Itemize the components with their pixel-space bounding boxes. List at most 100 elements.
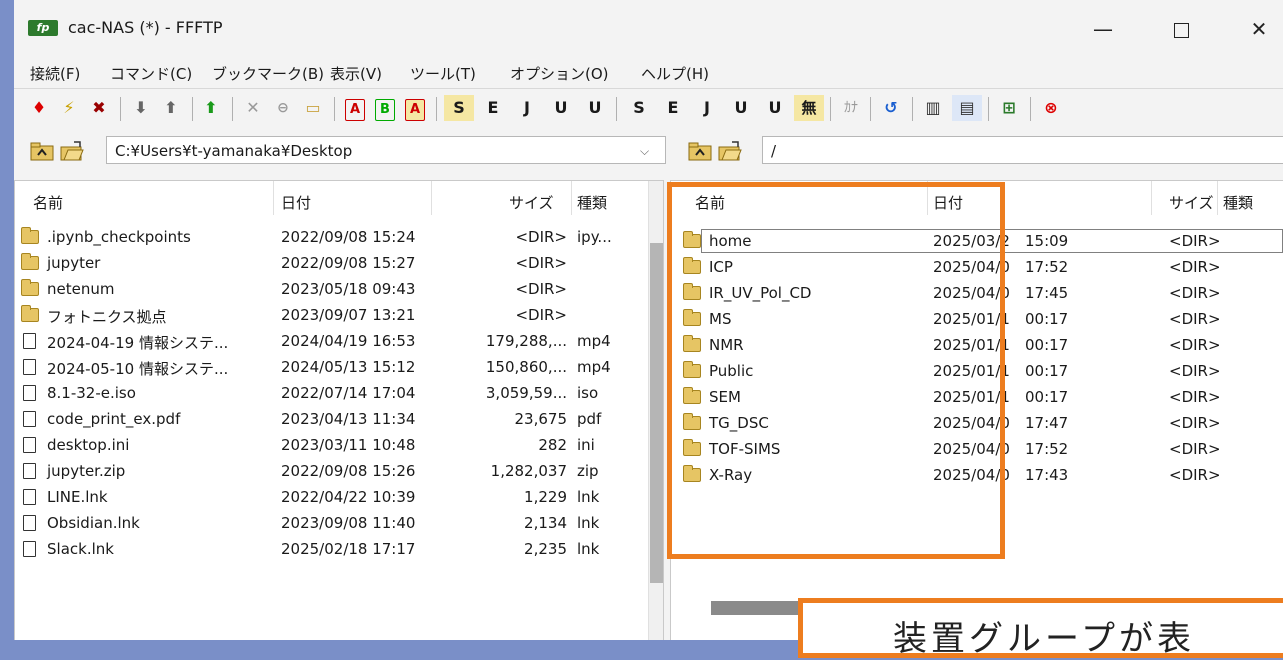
menu-help[interactable]: ヘルプ(H) <box>641 63 709 84</box>
sync-folder-icon[interactable]: ⊞ <box>994 95 1024 121</box>
col-date-header[interactable]: 日付 <box>281 192 311 213</box>
file-date: 2023/03/11 10:48 <box>281 436 416 454</box>
local-vertical-scrollbar[interactable] <box>648 181 663 640</box>
local-utf8-button[interactable]: U <box>726 95 756 121</box>
table-row[interactable]: .ipynb_checkpoints 2022/09/08 15:24 <DIR> i… <box>15 225 663 251</box>
maximize-button[interactable] <box>1158 12 1204 46</box>
file-name: jupyter.zip <box>47 462 126 480</box>
file-icon <box>23 333 36 349</box>
local-sjis-button[interactable]: S <box>624 95 654 121</box>
detail-view-icon[interactable]: ▤ <box>952 95 982 121</box>
list-view-icon[interactable]: ▥ <box>918 95 948 121</box>
local-euc-button[interactable]: E <box>658 95 688 121</box>
close-button[interactable]: ✕ <box>1236 12 1282 46</box>
toolbar-separator <box>870 97 871 121</box>
disconnect-icon[interactable]: ✖ <box>86 95 112 121</box>
folder-size: <DIR> <box>1169 440 1221 458</box>
table-row[interactable]: desktop.ini 2023/03/11 10:48 282 ini <box>15 433 663 459</box>
folder-open-icon[interactable] <box>60 141 84 161</box>
table-row[interactable]: jupyter.zip 2022/09/08 15:26 1,282,037 zip <box>15 459 663 485</box>
table-row[interactable]: Slack.lnk 2025/02/18 17:17 2,235 lnk <box>15 537 663 563</box>
table-row[interactable]: 2024-04-19 情報システ... 2024/04/19 16:53 179,2… <box>15 329 663 355</box>
host-jis-button[interactable]: J <box>512 95 542 121</box>
file-size: <DIR> <box>515 228 567 246</box>
menu-command[interactable]: コマンド(C) <box>110 63 192 84</box>
local-utf8bom-button[interactable]: U <box>760 95 790 121</box>
download-icon[interactable]: ⬇ <box>128 95 154 121</box>
file-type: zip <box>577 462 599 480</box>
folder-icon <box>21 227 39 244</box>
host-euc-button[interactable]: E <box>478 95 508 121</box>
file-type: mp4 <box>577 358 611 376</box>
quick-connect-icon[interactable]: ⚡ <box>56 95 82 121</box>
ascii-mode-button[interactable]: A <box>342 95 368 121</box>
file-name: 8.1-32-e.iso <box>47 384 136 402</box>
host-utf8bom-button[interactable]: U <box>580 95 610 121</box>
file-size: 3,059,59... <box>485 384 567 402</box>
folder-up-icon[interactable] <box>30 141 54 161</box>
rename-icon[interactable]: ⊖ <box>270 95 296 121</box>
delete-icon[interactable]: ✕ <box>240 95 266 121</box>
remote-path-input[interactable]: / <box>762 136 1283 164</box>
file-icon <box>23 359 36 375</box>
col-type-header[interactable]: 種類 <box>577 192 607 213</box>
menu-view[interactable]: 表示(V) <box>330 63 382 84</box>
table-row[interactable]: netenum 2023/05/18 09:43 <DIR> <box>15 277 663 303</box>
folder-time: 17:52 <box>1025 258 1069 276</box>
table-row[interactable]: LINE.lnk 2022/04/22 10:39 1,229 lnk <box>15 485 663 511</box>
host-sjis-button[interactable]: S <box>444 95 474 121</box>
folder-time: 00:17 <box>1025 336 1069 354</box>
mirror-upload-icon[interactable]: ⬆ <box>198 95 224 121</box>
table-row[interactable]: jupyter 2022/09/08 15:27 <DIR> <box>15 251 663 277</box>
local-path-input[interactable]: C:¥Users¥t-yamanaka¥Desktop <box>106 136 666 164</box>
file-type: ini <box>577 436 595 454</box>
col-name-header[interactable]: 名前 <box>33 192 63 213</box>
folder-up-icon[interactable] <box>688 141 712 161</box>
file-size: 1,229 <box>524 488 567 506</box>
folder-size: <DIR> <box>1169 284 1221 302</box>
table-row[interactable]: 8.1-32-e.iso 2022/07/14 17:04 3,059,59... i… <box>15 381 663 407</box>
mkdir-icon[interactable]: ▭ <box>300 95 326 121</box>
scrollbar-thumb[interactable] <box>650 243 663 583</box>
upload-icon[interactable]: ⬆ <box>158 95 184 121</box>
toolbar-separator <box>436 97 437 121</box>
toolbar-separator <box>120 97 121 121</box>
toolbar-separator <box>830 97 831 121</box>
table-row[interactable]: 2024-05-10 情報システ... 2024/05/13 15:12 150,8… <box>15 355 663 381</box>
menu-options[interactable]: オプション(O) <box>510 63 609 84</box>
kana-convert-button[interactable]: ｶﾅ <box>836 95 866 121</box>
file-date: 2022/09/08 15:26 <box>281 462 416 480</box>
host-utf8-button[interactable]: U <box>546 95 576 121</box>
menu-tools[interactable]: ツール(T) <box>410 63 476 84</box>
chevron-down-icon[interactable]: ⌵ <box>640 144 649 159</box>
menu-connect[interactable]: 接続(F) <box>30 63 80 84</box>
file-icon <box>23 515 36 531</box>
col-type-header[interactable]: 種類 <box>1223 192 1253 213</box>
col-size-header[interactable]: サイズ <box>509 192 554 213</box>
folder-time: 00:17 <box>1025 362 1069 380</box>
binary-mode-button[interactable]: B <box>372 95 398 121</box>
table-row[interactable]: Obsidian.lnk 2023/09/08 11:40 2,134 lnk <box>15 511 663 537</box>
col-size-header[interactable]: サイズ <box>1169 192 1214 213</box>
file-date: 2022/09/08 15:27 <box>281 254 416 272</box>
local-file-list[interactable]: 名前 日付 サイズ 種類 .ipynb_checkpoints 2022/09/0… <box>14 180 664 640</box>
refresh-icon[interactable]: ↺ <box>876 95 906 121</box>
folder-size: <DIR> <box>1169 414 1221 432</box>
minimize-button[interactable]: — <box>1080 12 1126 46</box>
folder-size: <DIR> <box>1169 310 1221 328</box>
connect-icon[interactable]: ♦ <box>26 95 52 121</box>
local-jis-button[interactable]: J <box>692 95 722 121</box>
folder-time: 17:47 <box>1025 414 1069 432</box>
menu-bookmark[interactable]: ブックマーク(B) <box>212 63 324 84</box>
table-row[interactable]: フォトニクス拠点 2023/09/07 13:21 <DIR> <box>15 303 663 329</box>
stop-icon[interactable]: ⊗ <box>1036 95 1066 121</box>
file-name: フォトニクス拠点 <box>47 308 167 326</box>
file-size: 282 <box>538 436 567 454</box>
folder-size: <DIR> <box>1169 388 1221 406</box>
toolbar-separator <box>1030 97 1031 121</box>
table-row[interactable]: code_print_ex.pdf 2023/04/13 11:34 23,675 p… <box>15 407 663 433</box>
no-convert-button[interactable]: 無 <box>794 95 824 121</box>
auto-mode-button[interactable]: A <box>402 95 428 121</box>
folder-open-icon[interactable] <box>718 141 742 161</box>
file-icon <box>23 437 36 453</box>
